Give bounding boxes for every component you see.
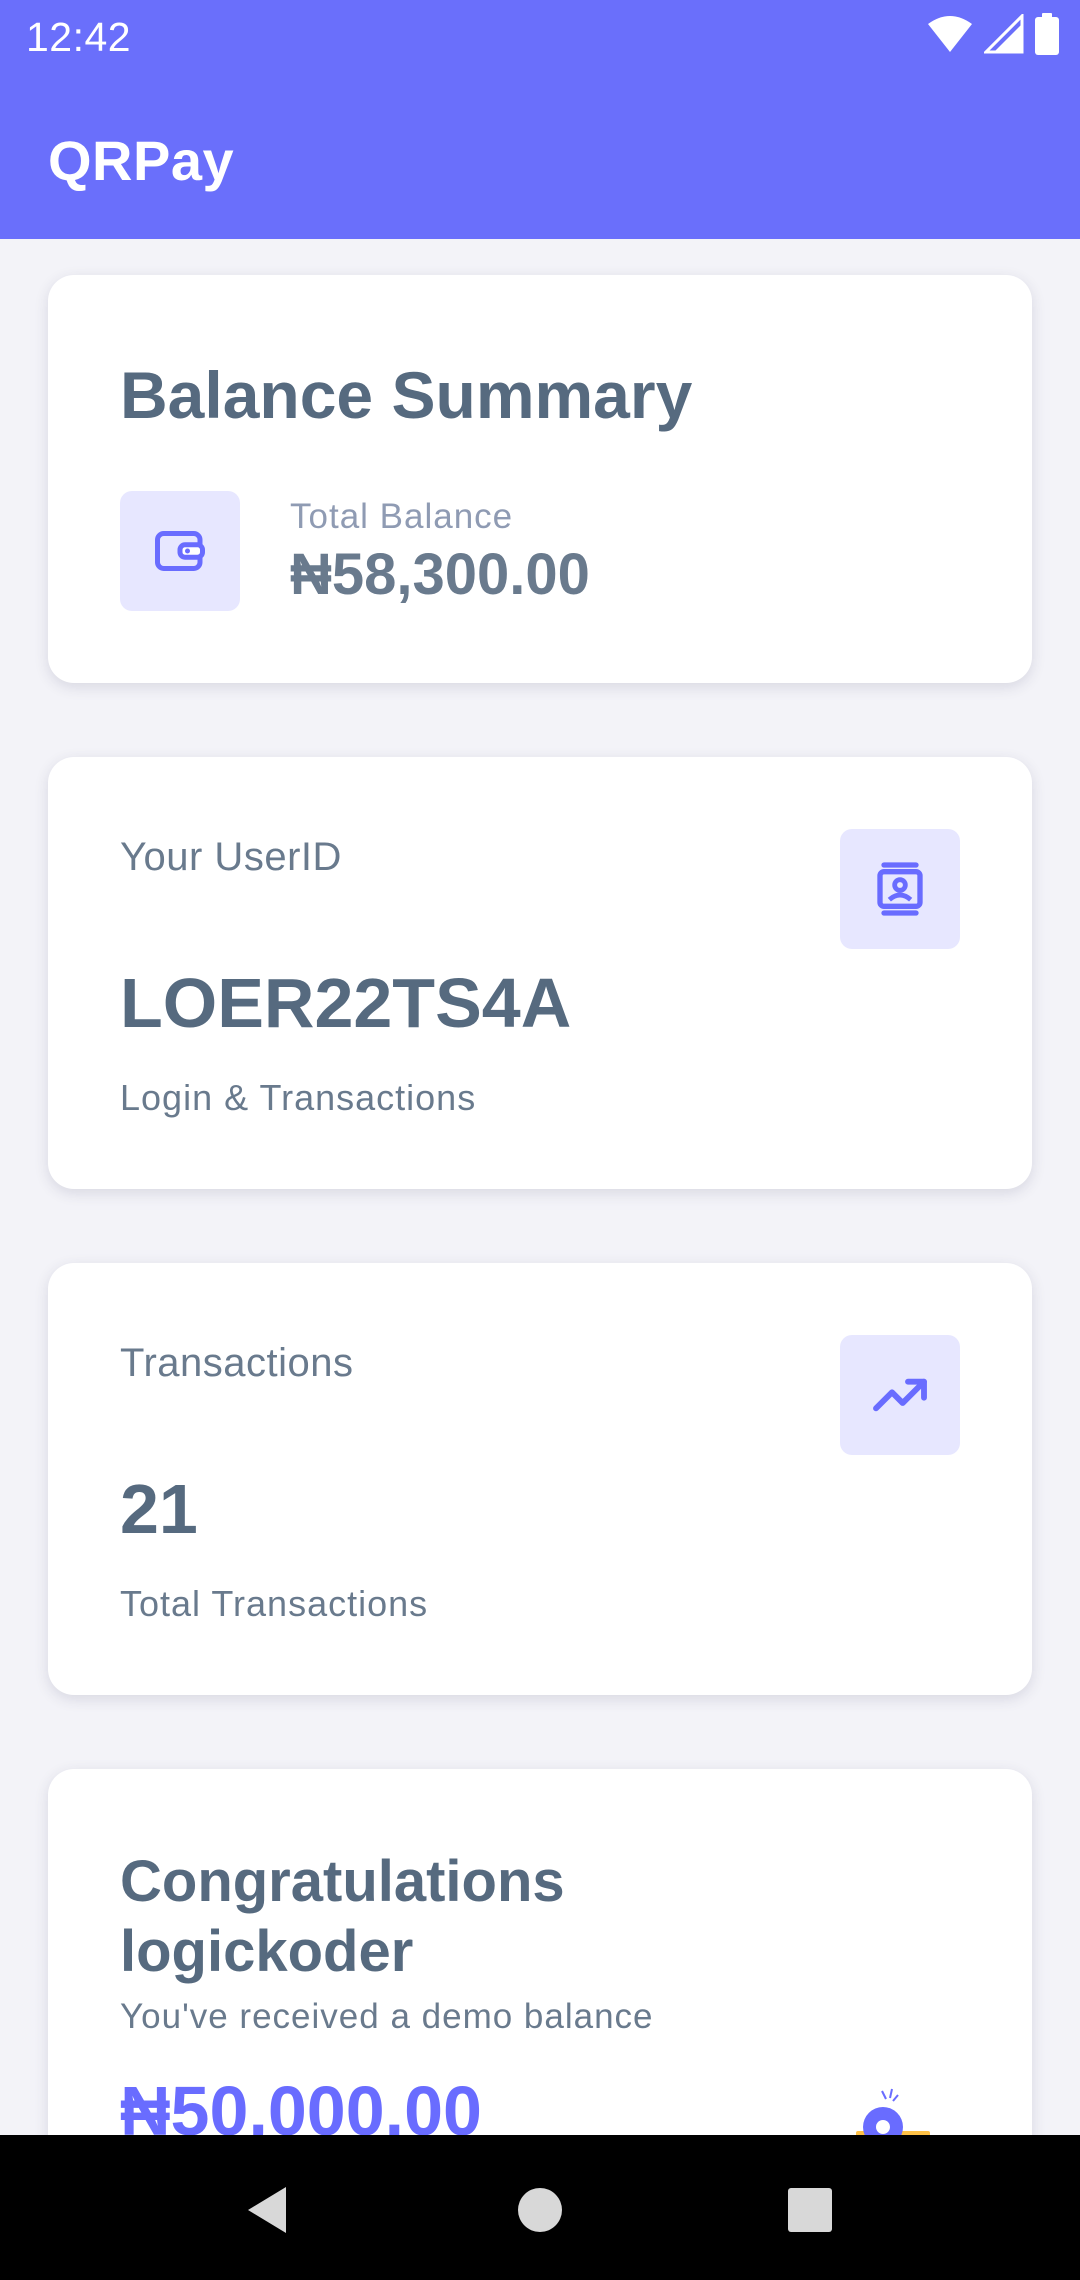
congratulations-subtitle: You've received a demo balance [120, 1997, 654, 2036]
transactions-label: Transactions [120, 1341, 354, 1385]
total-balance-value: ₦58,300.00 [290, 542, 590, 607]
user-id-value: LOER22TS4A [120, 964, 572, 1042]
trending-up-icon [840, 1335, 960, 1455]
signal-icon [982, 11, 1024, 59]
balance-summary-title: Balance Summary [120, 358, 693, 432]
system-navigation-bar [0, 2135, 1080, 2280]
user-id-caption: Login & Transactions [120, 1077, 477, 1118]
recents-icon[interactable] [765, 2165, 855, 2255]
contact-card-icon [840, 829, 960, 949]
congratulations-card: Congratulations logickoder You've receiv… [48, 1769, 1032, 2135]
demo-balance-amount: ₦50,000.00 [120, 2072, 482, 2135]
reward-illustration [808, 2087, 938, 2135]
balance-summary-card: Balance Summary Total Balance ₦58,300.00 [48, 275, 1032, 683]
transactions-card: Transactions 21 Total Transactions [48, 1263, 1032, 1695]
user-id-card: Your UserID LOER22TS4A Login & Transacti… [48, 757, 1032, 1189]
status-icons [926, 11, 1060, 60]
back-icon[interactable] [222, 2165, 312, 2255]
app-header: 12:42 QRPay [0, 0, 1080, 239]
battery-icon [1034, 12, 1060, 60]
user-id-label: Your UserID [120, 835, 342, 879]
dashboard-content[interactable]: Balance Summary Total Balance ₦58,300.00… [0, 239, 1080, 2135]
wallet-icon [120, 491, 240, 611]
app-title: QRPay [48, 129, 235, 192]
status-time: 12:42 [26, 14, 132, 60]
transactions-caption: Total Transactions [120, 1583, 429, 1624]
congratulations-title: Congratulations logickoder [120, 1849, 565, 1984]
total-balance-label: Total Balance [290, 497, 514, 536]
home-icon[interactable] [495, 2165, 585, 2255]
wifi-icon [926, 14, 974, 59]
transactions-count: 21 [120, 1470, 198, 1548]
